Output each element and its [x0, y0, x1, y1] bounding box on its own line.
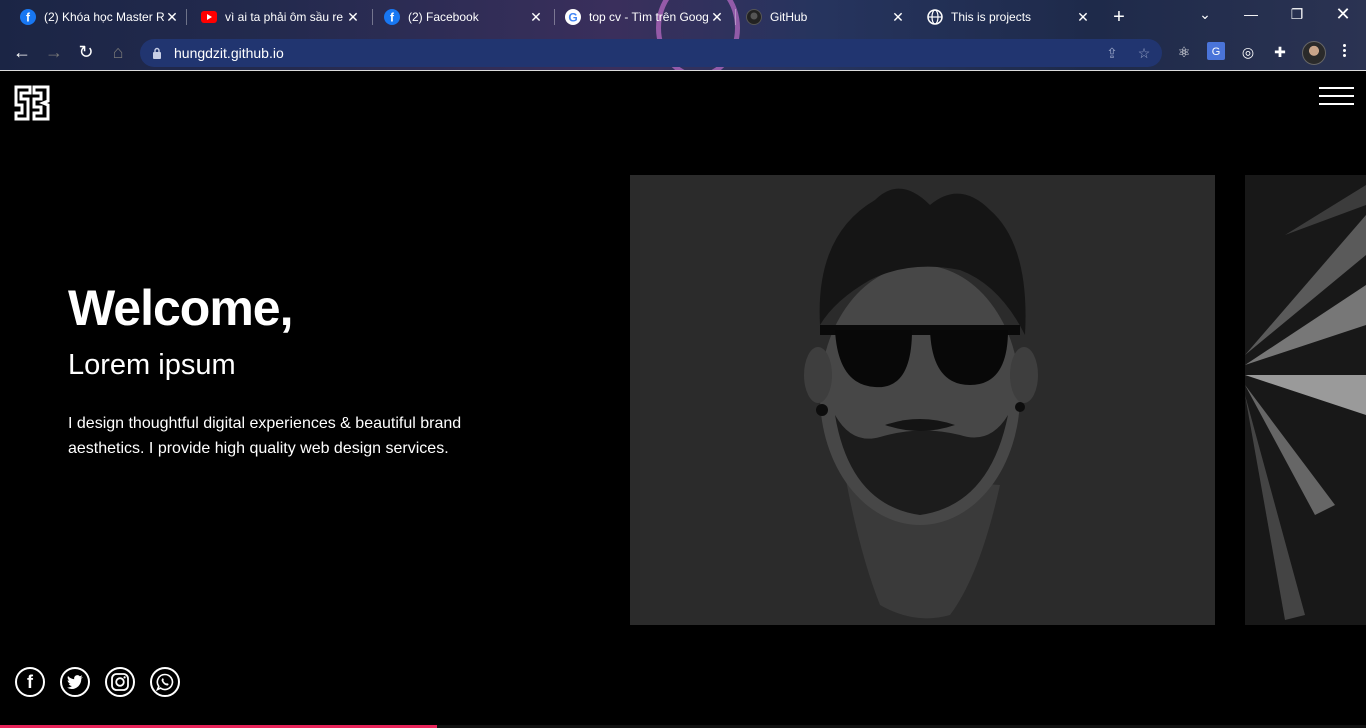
tab-search-icon[interactable]: ⌄: [1182, 0, 1228, 30]
twitter-icon[interactable]: [60, 667, 90, 697]
forward-button[interactable]: →: [42, 40, 66, 64]
youtube-icon: [201, 9, 217, 25]
svg-text:G: G: [1212, 46, 1221, 58]
close-tab-icon[interactable]: ✕: [890, 9, 906, 26]
reload-button[interactable]: ↻: [74, 40, 98, 64]
facebook-icon: f: [20, 9, 36, 25]
extensions-puzzle-icon[interactable]: ✚: [1270, 42, 1290, 62]
back-button[interactable]: ←: [10, 40, 34, 64]
lock-icon: [153, 47, 161, 59]
close-tab-icon[interactable]: ✕: [345, 9, 361, 26]
close-window-button[interactable]: ✕: [1320, 0, 1366, 30]
tab-5[interactable]: GitHub ✕: [726, 0, 912, 34]
menu-hamburger-icon[interactable]: [1319, 87, 1354, 107]
close-tab-icon[interactable]: ✕: [164, 9, 180, 26]
close-tab-icon[interactable]: ✕: [709, 9, 725, 26]
intro-description: I design thoughtful digital experiences …: [68, 415, 462, 457]
subtitle: Lorem ipsum: [68, 349, 236, 381]
social-links: f: [15, 667, 180, 697]
facebook-icon: f: [384, 9, 400, 25]
tab-2[interactable]: vì ai ta phải ôm sầu re ✕: [181, 0, 367, 34]
close-tab-icon[interactable]: ✕: [1075, 9, 1091, 26]
address-bar[interactable]: hungdzit.github.io ⇪ ☆: [140, 39, 1162, 67]
translate-icon[interactable]: G: [1206, 42, 1226, 62]
profile-avatar[interactable]: [1302, 41, 1326, 65]
minimize-button[interactable]: —: [1228, 0, 1274, 30]
restore-button[interactable]: ❐: [1274, 0, 1320, 30]
github-icon: [746, 9, 762, 25]
browser-menu-icon[interactable]: [1338, 42, 1350, 62]
tab-title: vì ai ta phải ôm sầu re: [225, 10, 344, 24]
close-tab-icon[interactable]: ✕: [528, 9, 544, 26]
bookmark-star-icon[interactable]: ☆: [1134, 43, 1154, 63]
instagram-icon[interactable]: [105, 667, 135, 697]
tab-title: (2) Khóa học Master R: [44, 10, 164, 24]
svg-text:G: G: [568, 11, 577, 25]
google-icon: G: [565, 9, 581, 25]
target-extension-icon[interactable]: ◎: [1238, 42, 1258, 62]
site-logo[interactable]: [14, 85, 50, 121]
tab-4[interactable]: G top cv - Tìm trên Goog ✕: [545, 0, 731, 34]
whatsapp-icon[interactable]: [150, 667, 180, 697]
facebook-icon[interactable]: f: [15, 667, 45, 697]
home-button[interactable]: ⌂: [106, 40, 130, 64]
project-image: [1245, 175, 1366, 625]
tab-title: GitHub: [770, 10, 808, 24]
tab-strip: f (2) Khóa học Master R ✕ vì ai ta phải …: [0, 0, 1366, 34]
portfolio-page: Welcome, Lorem ipsum I design thoughtful…: [0, 71, 1366, 728]
welcome-heading: Welcome,: [68, 280, 293, 336]
react-devtools-icon[interactable]: ⚛: [1174, 42, 1194, 62]
tab-3[interactable]: f (2) Facebook ✕: [364, 0, 550, 34]
tab-1[interactable]: f (2) Khóa học Master R ✕: [0, 0, 186, 34]
share-icon[interactable]: ⇪: [1102, 43, 1122, 63]
tab-title: This is projects: [951, 10, 1032, 24]
globe-icon: [927, 9, 943, 25]
tab-6-active[interactable]: This is projects ✕: [907, 0, 1097, 34]
portrait-image: [630, 175, 1215, 625]
browser-toolbar: ← → ↻ ⌂ hungdzit.github.io ⇪ ☆ ⚛ G ◎ ✚: [0, 34, 1366, 70]
url-text: hungdzit.github.io: [174, 45, 284, 61]
new-tab-button[interactable]: +: [1108, 6, 1130, 28]
browser-chrome: f (2) Khóa học Master R ✕ vì ai ta phải …: [0, 0, 1366, 70]
tab-title: top cv - Tìm trên Goog: [589, 10, 709, 24]
tab-title: (2) Facebook: [408, 10, 479, 24]
